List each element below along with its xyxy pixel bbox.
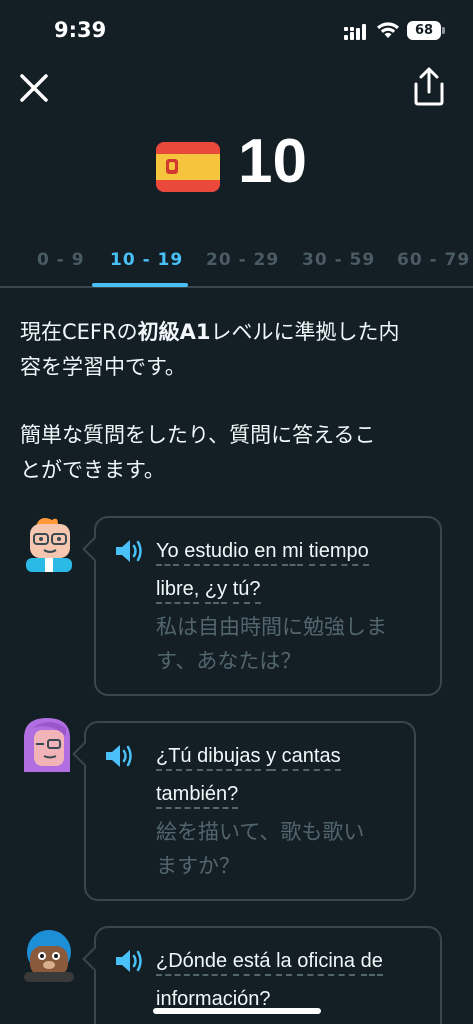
battery-indicator: 68 — [407, 21, 441, 40]
description-line-3: 簡単な質問をしたり、質問に答えるこ — [20, 423, 376, 447]
desc-level: 初級A1 — [137, 320, 211, 344]
word[interactable]: ¿y — [204, 578, 228, 604]
status-time: 9:39 — [54, 18, 107, 42]
word[interactable]: ¿Dónde — [156, 950, 228, 976]
translation-line-1: 絵を描いて、歌も歌い — [156, 820, 365, 844]
desc-prefix: 現在CEFRの — [20, 320, 138, 344]
dialogue-bubble-2: ¿Tú dibujas y cantas también? 絵を描いて、歌も歌い… — [72, 721, 416, 901]
word[interactable]: en — [254, 540, 277, 566]
word[interactable]: ¿Tú — [156, 745, 192, 771]
word[interactable]: mi — [282, 540, 304, 566]
bear-character-avatar — [24, 930, 74, 982]
tab-60-79[interactable]: 60 - 79 — [397, 250, 470, 270]
word[interactable]: libre, — [156, 578, 200, 604]
translation-line-1: 私は自由時間に勉強しま — [156, 615, 387, 639]
wifi-icon — [377, 22, 399, 38]
bubble-tail — [72, 741, 98, 767]
word[interactable]: estudio — [184, 540, 249, 566]
word[interactable]: dibujas — [197, 745, 261, 771]
signal-icon — [344, 24, 366, 40]
battery-tip — [442, 27, 445, 34]
spanish-sentence-line-2: también? — [156, 777, 239, 811]
boy-character-avatar — [26, 518, 72, 572]
close-icon[interactable] — [14, 68, 54, 108]
level-description-2: 簡単な質問をしたり、質問に答えるこ とができます。 — [20, 418, 460, 488]
tab-10-19[interactable]: 10 - 19 — [110, 250, 183, 270]
word[interactable]: tiempo — [308, 540, 369, 566]
tab-0-9[interactable]: 0 - 9 — [37, 250, 85, 270]
word[interactable]: la — [276, 950, 292, 976]
spanish-sentence-line-1: Yo estudio en mi tiempo — [156, 534, 369, 568]
word[interactable]: y — [266, 745, 277, 771]
speaker-icon[interactable] — [114, 538, 144, 564]
description-line-1: 現在CEFRの初級A1レベルに準拠した内 — [20, 315, 460, 350]
bubble-tail — [82, 536, 108, 562]
girl-character-avatar — [24, 718, 70, 772]
spanish-sentence-line-2: libre, ¿y tú? — [156, 572, 261, 606]
word[interactable]: tú? — [232, 578, 261, 604]
spanish-sentence-line-1: ¿Tú dibujas y cantas — [156, 739, 341, 773]
description-line-4: とができます。 — [20, 458, 165, 482]
translation-line-2: ますか？ — [156, 854, 240, 878]
share-icon[interactable] — [410, 66, 448, 108]
active-tab-indicator — [92, 283, 188, 287]
spain-flag-icon — [156, 142, 220, 192]
speaker-icon[interactable] — [114, 948, 144, 974]
tab-30-59[interactable]: 30 - 59 — [302, 250, 375, 270]
bubble-tail — [82, 946, 108, 972]
home-indicator[interactable] — [153, 1008, 321, 1014]
word[interactable]: cantas — [281, 745, 341, 771]
word[interactable]: oficina — [297, 950, 356, 976]
word[interactable]: de — [360, 950, 383, 976]
spanish-sentence-line-1: ¿Dónde está la oficina de — [156, 944, 383, 978]
word[interactable]: está — [232, 950, 271, 976]
speaker-icon[interactable] — [104, 743, 134, 769]
description-line-2: 容を学習中です。 — [20, 355, 186, 379]
level-tabs: 0 - 9 10 - 19 20 - 29 30 - 59 60 - 79 — [0, 240, 473, 288]
translation-line-2: す、あなたは？ — [156, 649, 302, 673]
word[interactable]: también? — [156, 783, 239, 809]
status-bar: 9:39 68 — [0, 0, 473, 62]
lesson-score: 10 — [238, 127, 307, 196]
desc-suffix: レベルに準拠した内 — [210, 320, 400, 344]
level-description: 現在CEFRの初級A1レベルに準拠した内 容を学習中です。 — [20, 315, 460, 385]
dialogue-bubble-1: Yo estudio en mi tiempo libre, ¿y tú? 私は… — [82, 516, 442, 696]
word[interactable]: Yo — [156, 540, 179, 566]
tab-20-29[interactable]: 20 - 29 — [206, 250, 279, 270]
